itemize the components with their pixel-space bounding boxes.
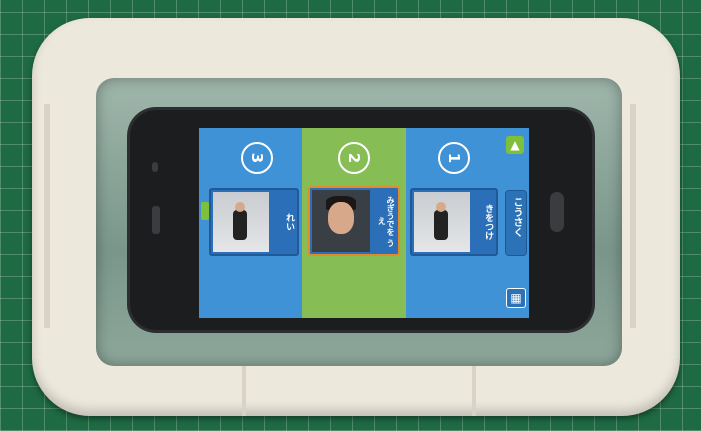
step-tab-marker: [201, 202, 209, 220]
step-label-2: みぎうでを うえ: [377, 195, 395, 247]
phone-camera: [152, 162, 158, 172]
step-column-1: 1 きをつけ: [406, 128, 502, 318]
step-label-3: れい: [284, 213, 294, 231]
case-seam-right: [630, 104, 636, 328]
phone-speaker: [152, 206, 160, 234]
step-card-2[interactable]: みぎうでを うえ: [308, 186, 400, 256]
side-action-label: こうさく: [511, 197, 522, 237]
step-photo-1: [414, 192, 470, 252]
side-action-button[interactable]: こうさく: [505, 190, 527, 256]
step-photo-2: [312, 190, 370, 252]
person-head: [436, 202, 446, 212]
person-face: [328, 202, 354, 234]
step-column-2: 2 みぎうでを うえ: [302, 128, 406, 318]
person-figure: [434, 210, 448, 240]
gallery-icon[interactable]: ▦: [506, 288, 526, 308]
step-number-1: 1: [438, 142, 470, 174]
up-arrow-icon[interactable]: ▲: [506, 136, 524, 154]
case-seam-bottom-right: [472, 366, 476, 416]
step-number-3: 3: [241, 142, 273, 174]
case-seam-bottom-left: [242, 366, 246, 416]
person-head: [235, 202, 245, 212]
case-seam-left: [44, 104, 50, 328]
step-number-2: 2: [338, 142, 370, 174]
step-card-1[interactable]: きをつけ: [410, 188, 498, 256]
person-figure: [233, 210, 247, 240]
step-label-1: きをつけ: [483, 204, 493, 240]
step-card-3[interactable]: れい: [209, 188, 299, 256]
step-photo-3: [213, 192, 269, 252]
phone-home-button[interactable]: [550, 192, 564, 232]
screen-sidebar: ▲ こうさく ▦: [502, 128, 529, 318]
step-column-3: 3 れい: [199, 128, 302, 318]
app-screen: 3 れい 2 みぎうでを うえ 1 きをつけ ▲ こうさく ▦: [199, 128, 529, 318]
